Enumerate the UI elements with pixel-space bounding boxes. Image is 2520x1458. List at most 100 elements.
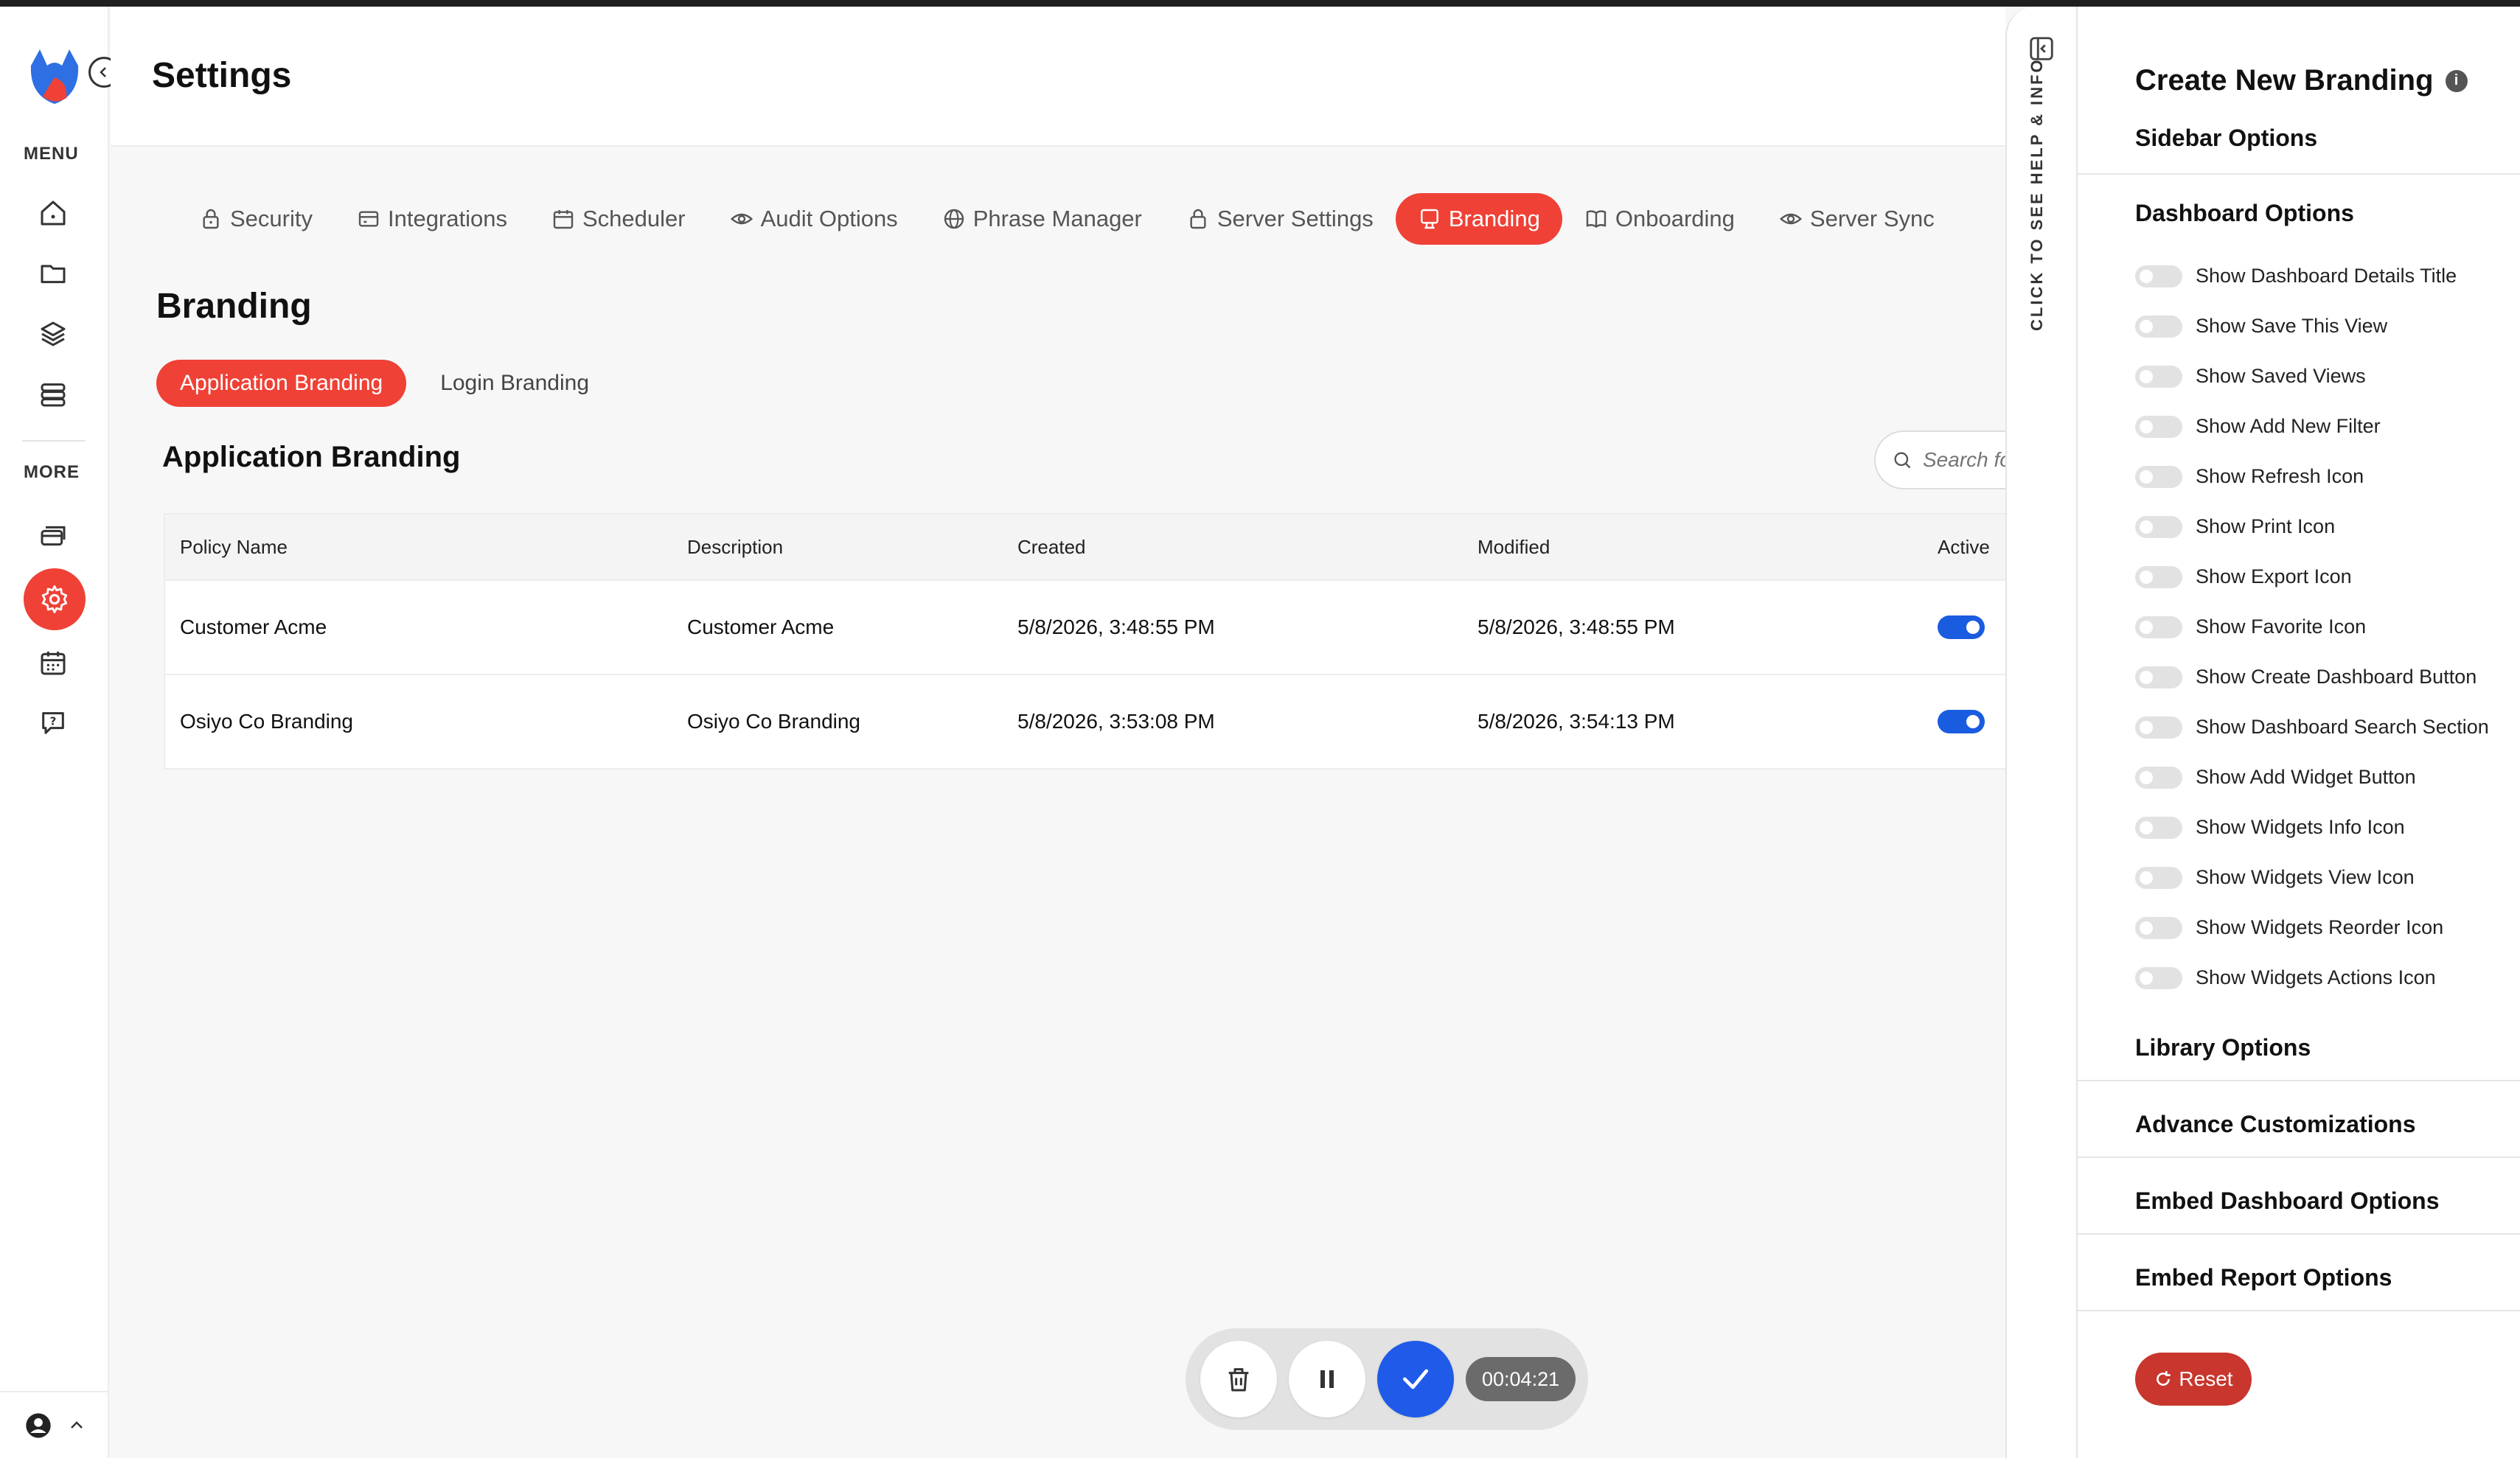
toggle-switch[interactable] — [2135, 365, 2182, 388]
subtab-application-branding[interactable]: Application Branding — [156, 360, 407, 407]
tab-scheduler[interactable]: Scheduler — [529, 193, 708, 245]
toggle-switch[interactable] — [2135, 315, 2182, 338]
option-row[interactable]: Show Create Dashboard Button — [2135, 666, 2477, 688]
home-icon[interactable] — [35, 195, 71, 231]
tab-audit-options[interactable]: Audit Options — [708, 193, 920, 245]
tab-server-settings[interactable]: Server Settings — [1164, 193, 1396, 245]
tab-onboarding[interactable]: Onboarding — [1562, 193, 1757, 245]
option-label: Show Widgets Reorder Icon — [2196, 916, 2444, 938]
search-input[interactable] — [1923, 448, 2011, 472]
toggle-switch[interactable] — [2135, 916, 2182, 939]
toggle-switch[interactable] — [2135, 465, 2182, 488]
option-row[interactable]: Show Dashboard Search Section — [2135, 716, 2489, 739]
option-row[interactable]: Show Refresh Icon — [2135, 465, 2364, 488]
tab-label: Phrase Manager — [972, 206, 1142, 231]
database-icon[interactable] — [35, 377, 71, 412]
col-active[interactable]: Active — [1938, 536, 1990, 559]
settings-tabs: Security Integrations Scheduler Audit Op… — [177, 193, 1957, 245]
col-modified[interactable]: Modified — [1477, 536, 1550, 559]
dashboard-options-header[interactable]: Dashboard Options — [2135, 200, 2354, 227]
advance-customizations-header[interactable]: Advance Customizations — [2135, 1111, 2416, 1138]
active-toggle[interactable] — [1938, 710, 1985, 733]
eye-icon — [1779, 213, 1803, 225]
help-strip[interactable]: CLICK TO SEE HELP & INFO — [2005, 7, 2076, 1458]
cell-modified: 5/8/2026, 3:54:13 PM — [1477, 710, 1675, 733]
reset-label: Reset — [2179, 1367, 2233, 1390]
app-logo[interactable] — [25, 43, 84, 110]
option-row[interactable]: Show Widgets Info Icon — [2135, 816, 2405, 839]
sidebar-options-header[interactable]: Sidebar Options — [2135, 125, 2317, 152]
svg-text:?: ? — [50, 715, 57, 728]
pause-recording-button[interactable] — [1289, 1341, 1365, 1417]
divider — [2078, 1310, 2520, 1311]
reset-button[interactable]: Reset — [2135, 1353, 2252, 1406]
col-description[interactable]: Description — [687, 536, 783, 559]
tab-branding[interactable]: Branding — [1395, 193, 1562, 245]
active-toggle[interactable] — [1938, 615, 1985, 639]
option-label: Show Dashboard Search Section — [2196, 716, 2489, 738]
option-row[interactable]: Show Add Widget Button — [2135, 766, 2416, 789]
option-label: Show Widgets Info Icon — [2196, 816, 2405, 838]
globe-icon — [944, 209, 964, 229]
panel-title-text: Create New Branding — [2135, 64, 2434, 97]
subtab-login-branding[interactable]: Login Branding — [417, 360, 613, 407]
library-options-header[interactable]: Library Options — [2135, 1034, 2311, 1061]
option-row[interactable]: Show Add New Filter — [2135, 415, 2381, 438]
search-box[interactable] — [1874, 430, 2022, 489]
table-row[interactable]: Customer Acme Customer Acme 5/8/2026, 3:… — [165, 579, 2005, 674]
option-row[interactable]: Show Save This View — [2135, 315, 2387, 338]
toggle-switch[interactable] — [2135, 966, 2182, 989]
folder-icon[interactable] — [35, 256, 71, 291]
toggle-switch[interactable] — [2135, 415, 2182, 438]
option-row[interactable]: Show Saved Views — [2135, 365, 2366, 388]
tab-integrations[interactable]: Integrations — [335, 193, 529, 245]
divider — [2078, 1233, 2520, 1235]
toggle-switch[interactable] — [2135, 816, 2182, 839]
option-label: Show Widgets View Icon — [2196, 866, 2415, 888]
toggle-switch[interactable] — [2135, 565, 2182, 588]
toggle-switch[interactable] — [2135, 866, 2182, 889]
option-label: Show Favorite Icon — [2196, 615, 2367, 638]
option-row[interactable]: Show Export Icon — [2135, 565, 2352, 588]
info-icon[interactable]: i — [2445, 69, 2468, 92]
option-row[interactable]: Show Widgets Reorder Icon — [2135, 916, 2443, 939]
layers-icon[interactable] — [35, 316, 71, 352]
cards-icon[interactable] — [35, 518, 71, 554]
option-row[interactable]: Show Print Icon — [2135, 515, 2335, 538]
settings-nav-button[interactable] — [24, 568, 86, 630]
option-label: Show Create Dashboard Button — [2196, 666, 2477, 688]
toggle-switch[interactable] — [2135, 615, 2182, 638]
more-label: MORE — [24, 462, 80, 482]
option-row[interactable]: Show Favorite Icon — [2135, 615, 2366, 638]
option-label: Show Print Icon — [2196, 515, 2336, 537]
option-row[interactable]: Show Widgets View Icon — [2135, 866, 2415, 889]
toggle-switch[interactable] — [2135, 716, 2182, 739]
embed-report-options-header[interactable]: Embed Report Options — [2135, 1264, 2392, 1291]
calendar-icon[interactable] — [35, 645, 71, 680]
discard-recording-button[interactable] — [1200, 1341, 1277, 1417]
tab-server-sync[interactable]: Server Sync — [1757, 193, 1957, 245]
toggle-switch[interactable] — [2135, 265, 2182, 287]
user-menu[interactable] — [0, 1391, 109, 1458]
col-created[interactable]: Created — [1017, 536, 1086, 559]
toggle-switch[interactable] — [2135, 766, 2182, 789]
cell-description: Osiyo Co Branding — [687, 710, 861, 733]
option-row[interactable]: Show Dashboard Details Title — [2135, 265, 2457, 287]
finish-recording-button[interactable] — [1377, 1341, 1454, 1417]
table-row[interactable]: Osiyo Co Branding Osiyo Co Branding 5/8/… — [165, 674, 2005, 768]
embed-dashboard-options-header[interactable]: Embed Dashboard Options — [2135, 1187, 2439, 1215]
toggle-switch[interactable] — [2135, 666, 2182, 688]
col-policy-name[interactable]: Policy Name — [180, 536, 288, 559]
tab-phrase-manager[interactable]: Phrase Manager — [920, 193, 1164, 245]
option-row[interactable]: Show Widgets Actions Icon — [2135, 966, 2436, 989]
toggle-switch[interactable] — [2135, 515, 2182, 538]
tab-label: Server Settings — [1217, 206, 1374, 231]
tab-label: Onboarding — [1615, 206, 1735, 231]
option-label: Show Refresh Icon — [2196, 465, 2364, 487]
page-title: Settings — [152, 56, 292, 95]
trash-icon — [1228, 1368, 1249, 1392]
tab-label: Security — [230, 206, 313, 231]
help-chat-icon[interactable]: ? — [35, 705, 71, 741]
tab-security[interactable]: Security — [177, 193, 335, 245]
divider — [2078, 1157, 2520, 1158]
